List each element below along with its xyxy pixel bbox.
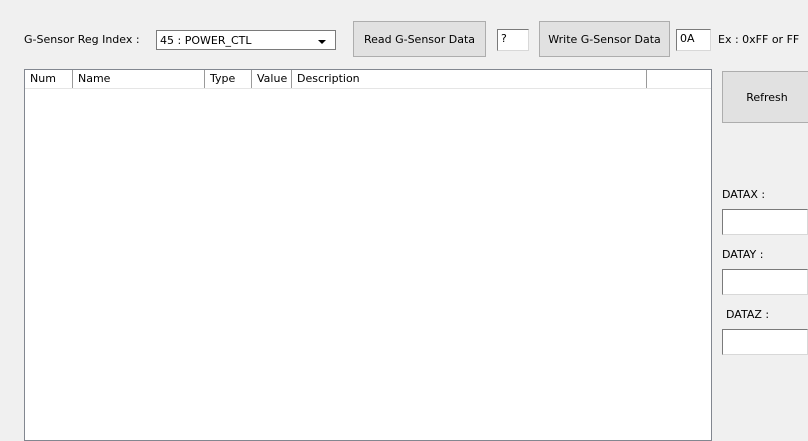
- reg-index-select[interactable]: 45 : POWER_CTL: [156, 30, 336, 50]
- chevron-down-icon[interactable]: [318, 40, 326, 44]
- table-header: Num Name Type Value Description: [25, 70, 711, 89]
- read-gsensor-button[interactable]: Read G-Sensor Data: [353, 21, 486, 57]
- write-gsensor-button[interactable]: Write G-Sensor Data: [539, 21, 670, 57]
- refresh-button[interactable]: Refresh: [722, 71, 808, 123]
- reg-index-label: G-Sensor Reg Index :: [24, 33, 140, 46]
- example-hint: Ex : 0xFF or FF: [718, 33, 800, 46]
- datay-label: DATAY :: [722, 248, 764, 261]
- table-body[interactable]: [25, 89, 711, 440]
- datay-field[interactable]: [722, 269, 808, 295]
- register-table[interactable]: Num Name Type Value Description: [24, 69, 712, 441]
- column-header-value[interactable]: Value: [252, 70, 292, 88]
- write-value-field[interactable]: 0A: [676, 29, 711, 51]
- dataz-label: DATAZ :: [726, 308, 770, 321]
- column-header-type[interactable]: Type: [205, 70, 252, 88]
- read-value-field[interactable]: ?: [497, 29, 529, 51]
- column-header-name[interactable]: Name: [73, 70, 205, 88]
- datax-label: DATAX :: [722, 188, 766, 201]
- reg-index-value: 45 : POWER_CTL: [160, 34, 252, 47]
- dataz-field[interactable]: [722, 329, 808, 355]
- datax-field[interactable]: [722, 209, 808, 235]
- column-header-num[interactable]: Num: [25, 70, 73, 88]
- column-header-description[interactable]: Description: [292, 70, 647, 88]
